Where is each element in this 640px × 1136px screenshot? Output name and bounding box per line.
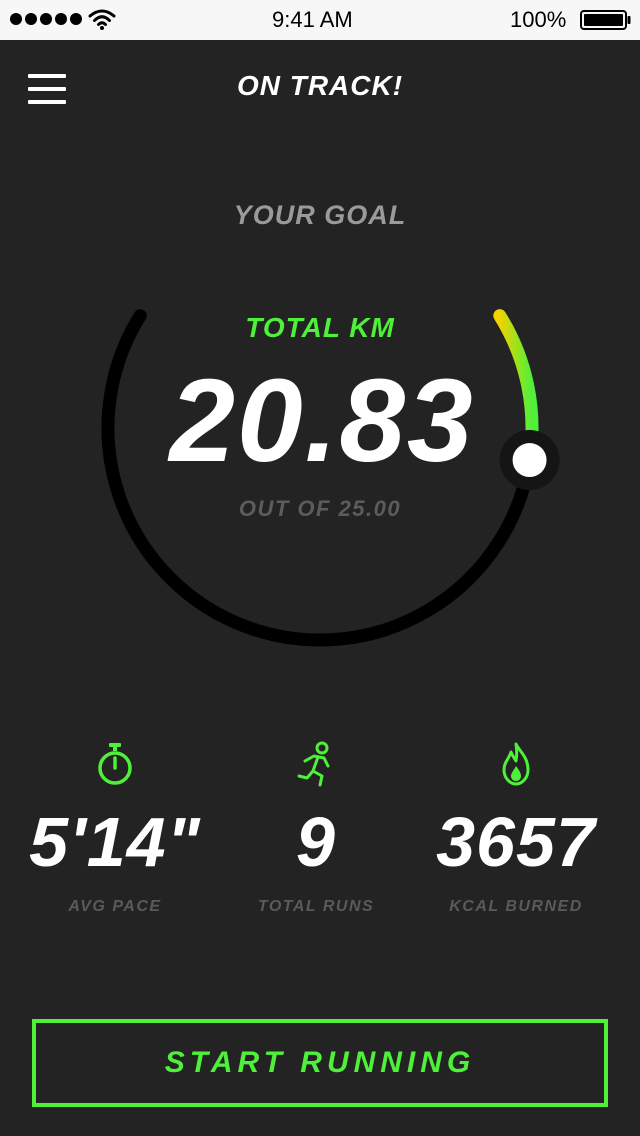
metric-label: TOTAL KM	[245, 312, 395, 343]
total-km-value: 20.83	[169, 355, 475, 487]
stat-label: TOTAL RUNS	[257, 898, 375, 915]
flame-icon	[502, 742, 530, 786]
stat-avg-pace: 5'14" AVG PACE	[5, 740, 225, 930]
stat-total-runs: 9 TOTAL RUNS	[206, 740, 426, 930]
stat-value: 9	[296, 803, 336, 881]
goal-progress-ring	[101, 309, 560, 647]
stat-value: 3657	[436, 803, 596, 881]
stopwatch-icon	[98, 743, 132, 785]
stat-label: AVG PACE	[68, 898, 162, 915]
stat-label: KCAL BURNED	[449, 898, 583, 915]
stat-kcal-burned: 3657 KCAL BURNED	[406, 740, 626, 930]
stat-value: 5'14"	[29, 803, 201, 881]
goal-target: OUT OF 25.00	[238, 496, 402, 521]
start-running-button[interactable]: START RUNNING	[32, 1019, 608, 1107]
runner-icon	[297, 741, 330, 787]
